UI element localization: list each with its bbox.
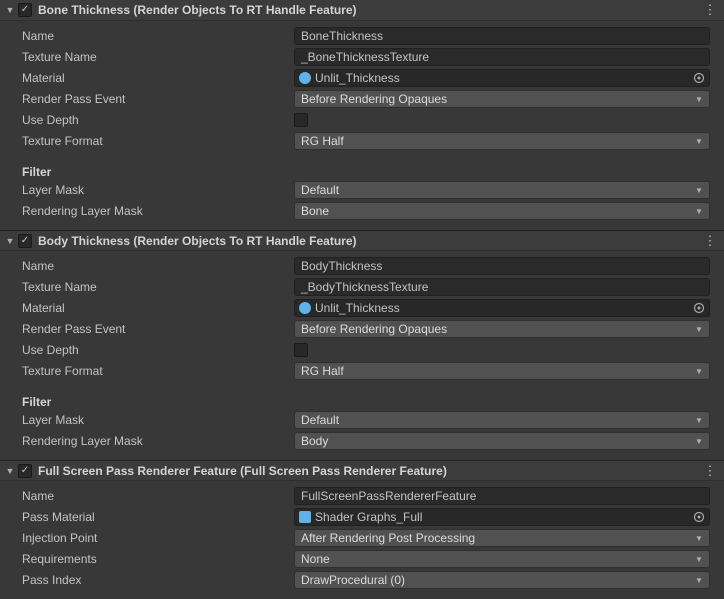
kebab-menu-icon[interactable]: ⋮ <box>702 463 718 479</box>
chevron-down-icon: ▼ <box>695 534 703 543</box>
dropdown-value: DrawProcedural (0) <box>301 573 695 587</box>
section-title: Bone Thickness (Render Objects To RT Han… <box>36 3 702 17</box>
injection-point-label: Injection Point <box>14 531 294 545</box>
material-icon <box>299 511 311 523</box>
material-label: Material <box>14 71 294 85</box>
render-pass-event-dropdown[interactable]: Before Rendering Opaques ▼ <box>294 90 710 108</box>
dropdown-value: None <box>301 552 695 566</box>
foldout-arrow-icon[interactable]: ▼ <box>4 465 16 477</box>
pass-material-object-field[interactable]: Shader Graphs_Full <box>294 508 710 526</box>
name-label: Name <box>14 489 294 503</box>
chevron-down-icon: ▼ <box>695 207 703 216</box>
use-depth-label: Use Depth <box>14 113 294 127</box>
pass-index-dropdown[interactable]: DrawProcedural (0) ▼ <box>294 571 710 589</box>
filter-heading: Filter <box>14 165 51 179</box>
dropdown-value: RG Half <box>301 364 695 378</box>
dropdown-value: Default <box>301 413 695 427</box>
material-icon <box>299 72 311 84</box>
chevron-down-icon: ▼ <box>695 555 703 564</box>
section-title: Body Thickness (Render Objects To RT Han… <box>36 234 702 248</box>
dropdown-value: Body <box>301 434 695 448</box>
texture-format-dropdown[interactable]: RG Half ▼ <box>294 132 710 150</box>
rendering-layer-mask-dropdown[interactable]: Bone ▼ <box>294 202 710 220</box>
enable-checkbox[interactable] <box>18 3 32 17</box>
dropdown-value: Default <box>301 183 695 197</box>
foldout-arrow-icon[interactable]: ▼ <box>4 235 16 247</box>
material-object-field[interactable]: Unlit_Thickness <box>294 69 710 87</box>
filter-heading: Filter <box>14 395 51 409</box>
section-header-bone-thickness[interactable]: ▼ Bone Thickness (Render Objects To RT H… <box>0 0 724 21</box>
requirements-dropdown[interactable]: None ▼ <box>294 550 710 568</box>
texture-format-dropdown[interactable]: RG Half ▼ <box>294 362 710 380</box>
texture-name-input[interactable] <box>294 48 710 66</box>
rendering-layer-mask-label: Rendering Layer Mask <box>14 434 294 448</box>
use-depth-checkbox[interactable] <box>294 113 308 127</box>
texture-format-label: Texture Format <box>14 364 294 378</box>
layer-mask-dropdown[interactable]: Default ▼ <box>294 181 710 199</box>
rendering-layer-mask-dropdown[interactable]: Body ▼ <box>294 432 710 450</box>
chevron-down-icon: ▼ <box>695 437 703 446</box>
layer-mask-label: Layer Mask <box>14 183 294 197</box>
name-label: Name <box>14 259 294 273</box>
use-depth-checkbox[interactable] <box>294 343 308 357</box>
enable-checkbox[interactable] <box>18 234 32 248</box>
chevron-down-icon: ▼ <box>695 137 703 146</box>
pass-index-label: Pass Index <box>14 573 294 587</box>
kebab-menu-icon[interactable]: ⋮ <box>702 2 718 18</box>
section-title: Full Screen Pass Renderer Feature (Full … <box>36 464 702 478</box>
texture-name-input[interactable] <box>294 278 710 296</box>
material-value: Unlit_Thickness <box>315 71 691 85</box>
section-header-body-thickness[interactable]: ▼ Body Thickness (Render Objects To RT H… <box>0 230 724 251</box>
requirements-label: Requirements <box>14 552 294 566</box>
object-picker-icon[interactable] <box>691 70 707 86</box>
dropdown-value: Before Rendering Opaques <box>301 322 695 336</box>
dropdown-value: Bone <box>301 204 695 218</box>
use-depth-label: Use Depth <box>14 343 294 357</box>
foldout-arrow-icon[interactable]: ▼ <box>4 4 16 16</box>
object-picker-icon[interactable] <box>691 509 707 525</box>
texture-name-label: Texture Name <box>14 280 294 294</box>
chevron-down-icon: ▼ <box>695 367 703 376</box>
layer-mask-dropdown[interactable]: Default ▼ <box>294 411 710 429</box>
material-label: Material <box>14 301 294 315</box>
chevron-down-icon: ▼ <box>695 325 703 334</box>
name-label: Name <box>14 29 294 43</box>
chevron-down-icon: ▼ <box>695 186 703 195</box>
object-picker-icon[interactable] <box>691 300 707 316</box>
name-input[interactable] <box>294 487 710 505</box>
name-input[interactable] <box>294 27 710 45</box>
injection-point-dropdown[interactable]: After Rendering Post Processing ▼ <box>294 529 710 547</box>
render-pass-event-dropdown[interactable]: Before Rendering Opaques ▼ <box>294 320 710 338</box>
material-icon <box>299 302 311 314</box>
material-object-field[interactable]: Unlit_Thickness <box>294 299 710 317</box>
dropdown-value: After Rendering Post Processing <box>301 531 695 545</box>
dropdown-value: Before Rendering Opaques <box>301 92 695 106</box>
section-header-full-screen-pass[interactable]: ▼ Full Screen Pass Renderer Feature (Ful… <box>0 460 724 481</box>
render-pass-event-label: Render Pass Event <box>14 92 294 106</box>
texture-name-label: Texture Name <box>14 50 294 64</box>
name-input[interactable] <box>294 257 710 275</box>
kebab-menu-icon[interactable]: ⋮ <box>702 233 718 249</box>
material-value: Unlit_Thickness <box>315 301 691 315</box>
render-pass-event-label: Render Pass Event <box>14 322 294 336</box>
texture-format-label: Texture Format <box>14 134 294 148</box>
enable-checkbox[interactable] <box>18 464 32 478</box>
layer-mask-label: Layer Mask <box>14 413 294 427</box>
chevron-down-icon: ▼ <box>695 416 703 425</box>
dropdown-value: RG Half <box>301 134 695 148</box>
rendering-layer-mask-label: Rendering Layer Mask <box>14 204 294 218</box>
chevron-down-icon: ▼ <box>695 576 703 585</box>
pass-material-value: Shader Graphs_Full <box>315 510 691 524</box>
chevron-down-icon: ▼ <box>695 95 703 104</box>
pass-material-label: Pass Material <box>14 510 294 524</box>
